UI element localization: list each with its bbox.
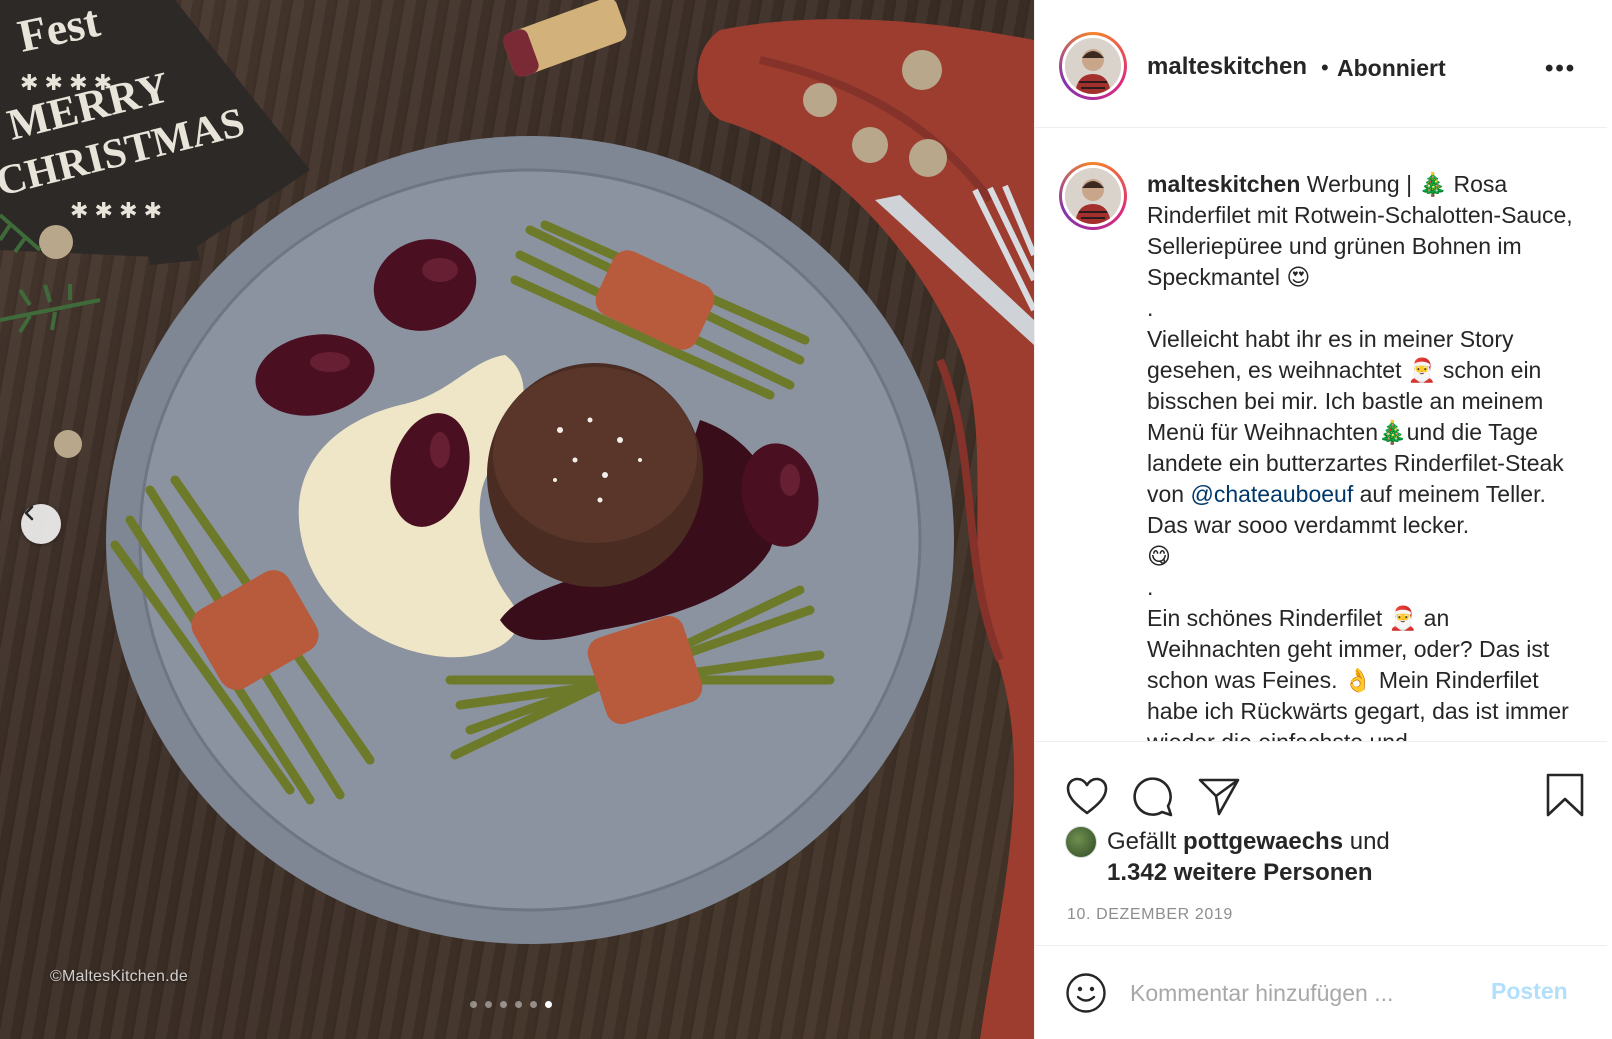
christmas-tree-emoji: 🎄 (1418, 171, 1448, 197)
christmas-tree-emoji: 🎄 (1378, 419, 1407, 445)
user-avatar-image (1065, 38, 1121, 94)
carousel-prev-button[interactable] (21, 504, 61, 544)
caption-avatar[interactable] (1059, 162, 1127, 230)
user-avatar-image (1065, 168, 1121, 224)
caption-dot: . (1147, 295, 1154, 321)
caption-text: Werbung | (1306, 171, 1419, 197)
likes-count[interactable]: 1.342 weitere Personen (1107, 859, 1372, 886)
yum-emoji: 😋 (1147, 543, 1171, 569)
header-username[interactable]: malteskitchen (1147, 53, 1307, 81)
photo-watermark: ©MaltesKitchen.de (50, 968, 188, 985)
caption-dot: . (1147, 574, 1154, 600)
ok-hand-emoji: 👌 (1343, 667, 1373, 693)
carousel-dot-active (545, 1001, 552, 1008)
post-header: malteskitchen • Abonniert ••• (1035, 0, 1607, 128)
liker-username[interactable]: pottgewaechs (1183, 828, 1343, 855)
post-caption: malteskitchen Werbung | 🎄 Rosa Rinderfil… (1147, 169, 1587, 741)
caption-text: Ein schönes Rinderfilet (1147, 605, 1389, 631)
header-separator: • (1321, 55, 1329, 80)
smiley-icon[interactable] (1065, 972, 1107, 1014)
likes-prefix: Gefällt (1107, 828, 1184, 855)
liker-avatar[interactable] (1065, 826, 1097, 858)
comment-input[interactable] (1130, 974, 1470, 1012)
likes-summary: Gefällt pottgewaechs und 1.342 weitere P… (1107, 826, 1390, 888)
carousel-dot (530, 1001, 537, 1008)
bookmark-icon[interactable] (1545, 772, 1585, 818)
santa-emoji: 🎅 (1407, 357, 1437, 383)
header-avatar[interactable] (1059, 32, 1127, 100)
caption-paragraph: Vielleicht habt ihr es in meiner Story g… (1147, 324, 1587, 572)
post-comment-button[interactable]: Posten (1491, 978, 1568, 1005)
carousel-dot (500, 1001, 507, 1008)
caption-username[interactable]: malteskitchen (1147, 171, 1300, 197)
caption-paragraph: malteskitchen Werbung | 🎄 Rosa Rinderfil… (1147, 169, 1587, 293)
santa-hat-emoji: 🎅 (1388, 605, 1418, 631)
post-side-panel: malteskitchen • Abonniert ••• malteskitc… (1034, 0, 1612, 1039)
likes-middle: und (1343, 828, 1390, 855)
svg-text:✱ ✱ ✱ ✱: ✱ ✱ ✱ ✱ (20, 70, 112, 95)
post-date[interactable]: 10. DEZEMBER 2019 (1067, 906, 1233, 924)
post-photo[interactable]: Fest MERRY CHRISTMAS ✱ ✱ ✱ ✱ ✱ ✱ ✱ ✱ ©Ma… (0, 0, 1034, 1039)
caption-paragraph: Ein schönes Rinderfilet 🎅 an Weihnachten… (1147, 603, 1587, 741)
caption-scroll-area[interactable]: malteskitchen Werbung | 🎄 Rosa Rinderfil… (1035, 129, 1607, 741)
comment-bar: Posten (1035, 945, 1607, 1039)
heart-eyes-emoji: 😍 (1286, 264, 1311, 290)
carousel-indicators (470, 1001, 552, 1008)
food-illustration: Fest MERRY CHRISTMAS ✱ ✱ ✱ ✱ ✱ ✱ ✱ ✱ (0, 0, 1034, 1039)
carousel-dot (515, 1001, 522, 1008)
more-options-icon[interactable]: ••• (1545, 55, 1576, 83)
chevron-left-icon (24, 505, 34, 521)
carousel-dot (470, 1001, 477, 1008)
comment-icon[interactable] (1131, 775, 1175, 819)
follow-status-button[interactable]: Abonniert (1337, 55, 1446, 82)
carousel-dot (485, 1001, 492, 1008)
share-icon[interactable] (1197, 774, 1241, 818)
mention-link[interactable]: @chateauboeuf (1190, 481, 1353, 507)
post-actions: Gefällt pottgewaechs und 1.342 weitere P… (1035, 741, 1607, 1039)
svg-text:✱ ✱ ✱ ✱: ✱ ✱ ✱ ✱ (70, 198, 162, 223)
heart-icon[interactable] (1065, 776, 1109, 816)
